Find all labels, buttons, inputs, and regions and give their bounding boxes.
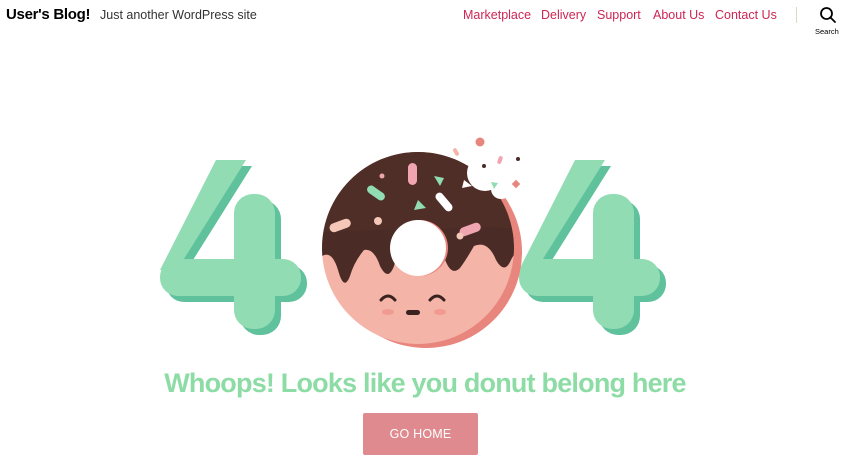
- digit-four-left: [160, 160, 307, 335]
- donut-zero: [322, 152, 522, 348]
- go-home-button[interactable]: GO HOME: [363, 413, 478, 455]
- digit-four-right: [519, 160, 666, 335]
- error-headline: Whoops! Looks like you donut belong here: [164, 368, 686, 398]
